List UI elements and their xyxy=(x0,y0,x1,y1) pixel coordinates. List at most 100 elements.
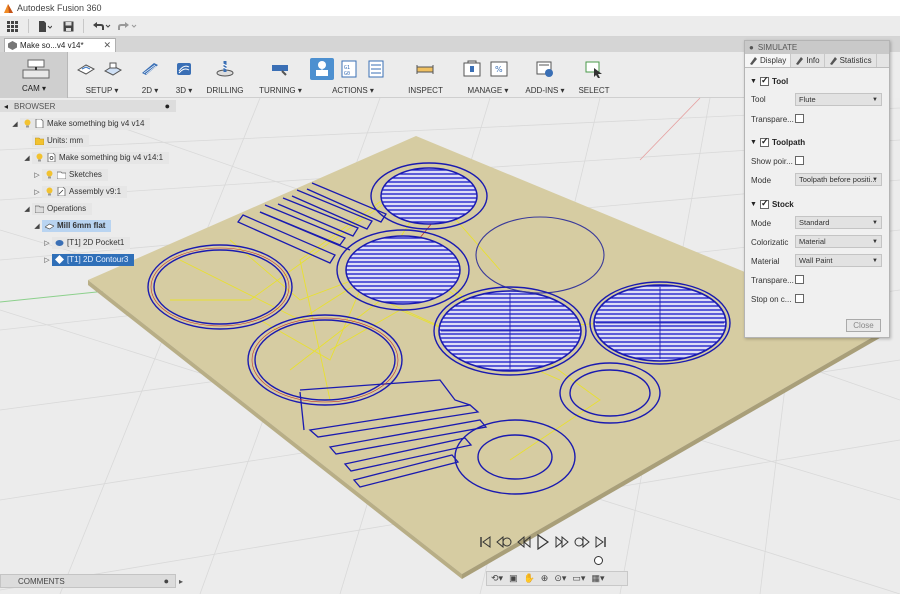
turning-group[interactable]: TURNING ▾ xyxy=(258,52,303,98)
close-button[interactable]: Close xyxy=(846,319,881,332)
browser-options-icon[interactable]: ● xyxy=(165,101,170,111)
expand-arrow-icon[interactable]: ▷ xyxy=(42,239,52,247)
stock-visible-checkbox[interactable] xyxy=(759,198,769,209)
3d-group[interactable]: 3D ▾ xyxy=(170,52,198,98)
stock-mode-dropdown[interactable]: Standard ▼ xyxy=(795,216,882,229)
section-collapse-icon[interactable]: ▼ xyxy=(750,139,757,146)
select-arrow-icon[interactable] xyxy=(582,58,606,80)
tool-section-header[interactable]: ▼ Tool xyxy=(750,75,788,86)
tool-dropdown[interactable]: Flute ▼ xyxy=(795,93,882,106)
lightbulb-icon[interactable] xyxy=(23,119,32,128)
zoom-icon[interactable]: ⊕ xyxy=(541,573,549,584)
tree-root-document[interactable]: ◢ Make something big v4 v14 xyxy=(10,117,151,130)
tree-assembly[interactable]: ▷ Assembly v9:1 xyxy=(32,185,128,198)
look-at-icon[interactable]: ▣ xyxy=(509,573,518,584)
expand-arrow-icon[interactable]: ▷ xyxy=(32,188,42,196)
collapse-arrow-icon[interactable]: ◢ xyxy=(10,120,20,128)
tool-library-icon[interactable] xyxy=(460,58,484,80)
undo-icon[interactable] xyxy=(88,16,114,37)
file-menu-icon[interactable] xyxy=(33,16,57,37)
drilling-group[interactable]: DRILLING xyxy=(205,52,245,98)
apps-grid-icon[interactable] xyxy=(0,16,24,37)
actions-group[interactable]: G1 G0 ACTIONS ▾ xyxy=(310,52,396,98)
stop-on-collision-checkbox[interactable] xyxy=(795,294,804,303)
2d-group[interactable]: 2D ▾ xyxy=(136,52,164,98)
save-icon[interactable] xyxy=(57,16,79,37)
setup-sheet-icon[interactable] xyxy=(364,58,388,80)
tree-setup-mill[interactable]: ◢ Mill 6mm flat xyxy=(32,219,112,232)
select-group[interactable]: SELECT xyxy=(576,52,612,98)
collapse-arrow-icon[interactable]: ◢ xyxy=(22,205,32,213)
tab-display[interactable]: Display xyxy=(745,54,792,67)
scripts-addins-icon[interactable] xyxy=(533,58,557,80)
lightbulb-icon[interactable] xyxy=(45,187,54,196)
show-points-checkbox[interactable] xyxy=(795,156,804,165)
workspace-switcher[interactable]: CAM ▾ xyxy=(0,52,68,98)
addins-group[interactable]: ADD-INS ▾ xyxy=(522,52,568,98)
simulate-header[interactable]: ● SIMULATE xyxy=(745,41,889,54)
pocket-operation-icon xyxy=(55,240,64,246)
step-forward-icon[interactable] xyxy=(554,535,570,549)
tree-op-contour[interactable]: ▷ [T1] 2D Contour3 xyxy=(42,253,135,266)
tree-operations[interactable]: ◢ Operations xyxy=(22,202,93,215)
toolpath-mode-dropdown[interactable]: Toolpath before positi... ▼ xyxy=(795,173,882,186)
section-collapse-icon[interactable]: ▼ xyxy=(750,201,757,208)
go-to-start-icon[interactable] xyxy=(480,535,492,549)
tool-transparent-checkbox[interactable] xyxy=(795,114,804,123)
component-icon xyxy=(8,41,17,50)
fit-icon[interactable]: ⊙▾ xyxy=(554,573,566,584)
toolpath-visible-checkbox[interactable] xyxy=(759,136,769,147)
collapse-arrow-icon[interactable]: ◢ xyxy=(32,222,42,230)
next-operation-icon[interactable] xyxy=(574,535,590,549)
collapse-arrow-icon[interactable]: ◢ xyxy=(22,154,32,162)
template-library-icon[interactable]: % xyxy=(487,58,511,80)
tree-label: Make something big v4 v14:1 xyxy=(59,153,164,162)
play-icon[interactable] xyxy=(536,534,550,550)
collapse-browser-icon[interactable]: ◂ xyxy=(4,102,8,111)
pan-icon[interactable]: ✋ xyxy=(524,573,535,584)
go-to-end-icon[interactable] xyxy=(594,535,606,549)
turning-icon[interactable] xyxy=(268,58,292,80)
tree-component[interactable]: ◢ Make something big v4 v14:1 xyxy=(22,151,170,164)
tab-info[interactable]: Info xyxy=(791,54,825,67)
inspect-group[interactable]: INSPECT xyxy=(403,52,448,98)
display-settings-icon[interactable]: ▭▾ xyxy=(572,573,585,584)
previous-operation-icon[interactable] xyxy=(496,535,512,549)
simulate-icon[interactable] xyxy=(310,58,334,80)
setup-group[interactable]: SETUP ▾ xyxy=(72,52,132,98)
expand-comments-icon[interactable]: ▸ xyxy=(179,577,183,586)
close-tab-icon[interactable]: ✕ xyxy=(103,40,111,51)
new-setup-icon[interactable] xyxy=(101,58,125,80)
expand-arrow-icon[interactable]: ▷ xyxy=(32,171,42,179)
lightbulb-icon[interactable] xyxy=(35,153,44,162)
post-process-icon[interactable]: G1 G0 xyxy=(337,58,361,80)
toolpath-section-header[interactable]: ▼ Toolpath xyxy=(750,136,805,147)
measure-icon[interactable] xyxy=(413,58,437,80)
comments-panel[interactable]: COMMENTS ● ▸ xyxy=(0,574,183,588)
tree-units[interactable]: Units: mm xyxy=(32,134,89,147)
colorization-dropdown[interactable]: Material ▼ xyxy=(795,235,882,248)
timeline-slider-handle[interactable] xyxy=(594,556,603,565)
comments-options-icon[interactable]: ● xyxy=(164,576,169,586)
redo-icon[interactable] xyxy=(114,16,140,37)
setup-icon[interactable] xyxy=(74,58,98,80)
3d-milling-icon[interactable] xyxy=(172,58,196,80)
section-collapse-icon[interactable]: ▼ xyxy=(750,78,757,85)
tab-statistics[interactable]: Statistics xyxy=(825,54,877,67)
stock-section-header[interactable]: ▼ Stock xyxy=(750,198,794,209)
manage-group[interactable]: % MANAGE ▾ xyxy=(458,52,518,98)
browser-header[interactable]: ◂ BROWSER ● xyxy=(0,100,176,112)
tree-sketches[interactable]: ▷ Sketches xyxy=(32,168,108,181)
tree-op-pocket[interactable]: ▷ [T1] 2D Pocket1 xyxy=(42,236,131,249)
expand-arrow-icon[interactable]: ▷ xyxy=(42,256,52,264)
orbit-icon[interactable]: ⟲▾ xyxy=(491,573,503,584)
tool-visible-checkbox[interactable] xyxy=(759,75,769,86)
stock-transparent-checkbox[interactable] xyxy=(795,275,804,284)
grid-settings-icon[interactable]: ▦▾ xyxy=(591,573,604,584)
lightbulb-icon[interactable] xyxy=(45,170,54,179)
document-tab[interactable]: Make so...v4 v14* ✕ xyxy=(4,38,116,52)
material-dropdown[interactable]: Wall Paint ▼ xyxy=(795,254,882,267)
step-back-icon[interactable] xyxy=(516,535,532,549)
drill-icon[interactable] xyxy=(213,58,237,80)
2d-milling-icon[interactable] xyxy=(138,58,162,80)
